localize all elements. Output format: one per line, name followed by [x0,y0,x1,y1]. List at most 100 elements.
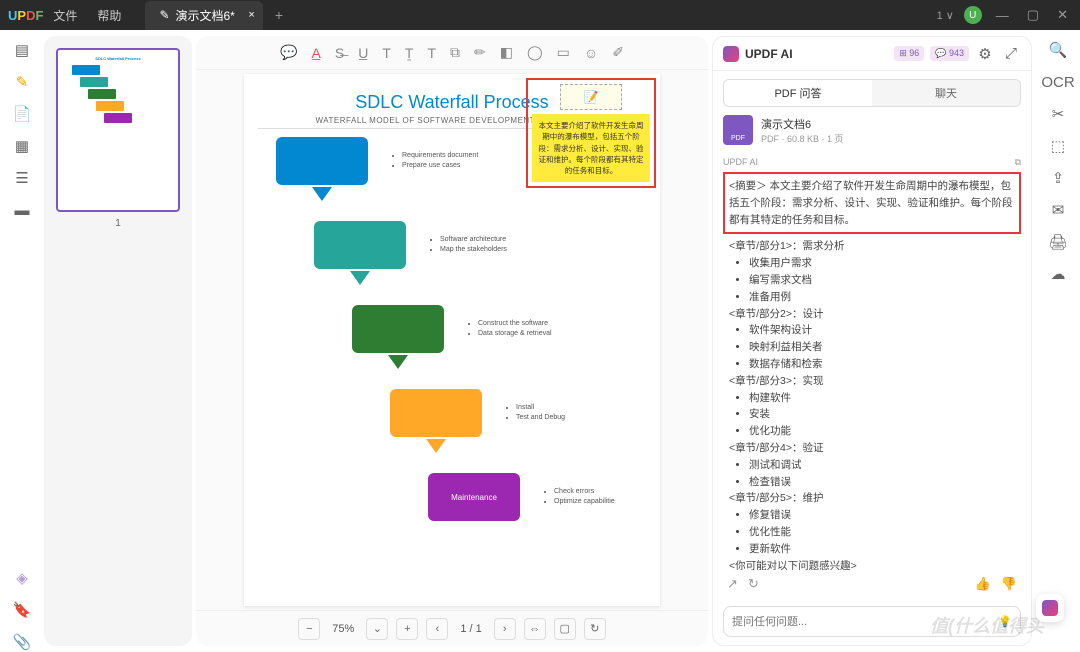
layers-icon[interactable]: ◈ [12,568,32,588]
edit-icon[interactable]: 📄 [12,104,32,124]
zoom-in-button[interactable]: + [396,618,418,640]
ai-bullet: 优化性能 [749,524,1021,541]
print-icon[interactable]: 🖨 [1048,232,1068,252]
comment-icon[interactable]: 💬 [280,44,297,61]
redact-icon[interactable]: ▬ [12,200,32,220]
underline-icon[interactable]: U̲ [358,45,368,61]
annotate-icon[interactable]: ✎ [12,72,32,92]
canvas-area: 💬 A̲ S̶ U̲ T Ṯ T ⧉ ✏ ◧ ◯ ▭ ☺ ✐ SDLC Wate… [196,36,708,646]
ai-copy-icon[interactable]: ⧉ [1015,157,1021,168]
reader-icon[interactable]: ▤ [12,40,32,60]
search-icon[interactable]: 🔍 [1048,40,1068,60]
maximize-icon[interactable]: ▢ [1023,7,1043,23]
menu-file[interactable]: 文件 [53,7,77,24]
tab-add-button[interactable]: + [275,7,283,23]
highlight-icon[interactable]: A̲ [312,45,321,61]
stage-desc: Check errorsOptimize capabilitie [544,487,615,507]
prev-page-button[interactable]: ‹ [426,618,448,640]
ai-bullet: 构建软件 [749,390,1021,407]
thumbs-down-icon[interactable]: 👎 [1001,576,1017,592]
zoom-out-button[interactable]: − [298,618,320,640]
badge-msgs[interactable]: 💬 943 [930,46,969,61]
app-logo: UPDF [8,8,43,23]
fit-width-icon[interactable]: ⇔ [524,618,546,640]
organize-icon[interactable]: ▦ [12,136,32,156]
ai-bullet: 更新软件 [749,541,1021,558]
document-tab[interactable]: ✎ 演示文档6* × [145,1,262,30]
ai-bullet: 准备用例 [749,289,1021,306]
minimize-icon[interactable]: — [992,8,1013,23]
close-icon[interactable]: ✕ [1053,7,1072,23]
badge-docs[interactable]: ⊞ 96 [894,46,924,61]
zoom-dropdown-icon[interactable]: ⌄ [366,618,388,640]
tab-pdf-qa[interactable]: PDF 问答 [724,80,872,106]
ai-fab[interactable] [1036,594,1064,622]
ai-section-heading: <章节/部分4>：验证 [729,440,1021,457]
ai-settings-icon[interactable]: ⚙ [975,44,995,64]
avatar[interactable]: U [964,6,982,24]
tab-close-icon[interactable]: × [248,9,254,21]
sign-icon[interactable]: ✐ [612,44,624,61]
textbox-icon[interactable]: ⧉ [450,44,460,61]
next-page-button[interactable]: › [494,618,516,640]
cloud-icon[interactable]: ☁ [1048,264,1068,284]
stage-desc: InstallTest and Debug [506,403,565,423]
ai-section-heading: <章节/部分5>：维护 [729,490,1021,507]
insert-icon[interactable]: Ṯ [405,45,414,61]
stage-box [352,305,444,353]
share-icon[interactable]: ↗ [727,576,738,592]
form-icon[interactable]: ☰ [12,168,32,188]
pdf-file-icon: PDF [723,115,753,145]
ask-input-wrap[interactable]: 💡 [723,606,1021,637]
arrow-icon [350,271,370,285]
version-label[interactable]: 1 ∨ [937,9,954,22]
fit-page-icon[interactable]: ▢ [554,618,576,640]
sticker-icon[interactable]: ☺ [584,45,598,61]
tab-doc-icon: ✎ [159,8,169,22]
ai-response-body: <摘要＞ 本文主要介绍了软件开发生命周期中的瀑布模型，包括五个阶段：需求分析、设… [713,172,1031,570]
titlebar: UPDF 文件 帮助 ✎ 演示文档6* × + 1 ∨ U — ▢ ✕ [0,0,1080,30]
regen-icon[interactable]: ↻ [748,576,759,592]
crop-icon[interactable]: ✂ [1048,104,1068,124]
zoom-level[interactable]: 75% [328,623,358,635]
stage-box [390,389,482,437]
text-icon[interactable]: T [427,45,436,61]
page-indicator[interactable]: 1 / 1 [456,623,485,635]
pencil-icon[interactable]: ✏ [474,44,486,61]
menu-help[interactable]: 帮助 [97,7,121,24]
compress-icon[interactable]: ⬚ [1048,136,1068,156]
strike-icon[interactable]: S̶ [335,45,344,61]
shapes-icon[interactable]: ◯ [527,44,543,61]
rotate-icon[interactable]: ↻ [584,618,606,640]
ai-bullet: 映射利益相关者 [749,339,1021,356]
eraser-icon[interactable]: ◧ [500,44,513,61]
export-icon[interactable]: ⇪ [1048,168,1068,188]
thumb-title: SDLC Waterfall Process [64,56,172,61]
thumb-page-num: 1 [56,218,180,229]
hint-icon[interactable]: 💡 [998,615,1012,628]
ai-bullet: 编写需求文档 [749,272,1021,289]
ai-bullet: 软件架构设计 [749,322,1021,339]
ai-bullet: 安装 [749,406,1021,423]
ai-doc-name: 演示文档6 [761,116,844,132]
stamp-icon[interactable]: ▭ [557,44,570,61]
ai-expand-icon[interactable]: ⤢ [1001,44,1021,64]
tab-chat[interactable]: 聊天 [872,80,1020,106]
stage-desc: Construct the softwareData storage & ret… [468,319,552,339]
thumbnail-panel: SDLC Waterfall Process 1 [44,36,192,646]
email-icon[interactable]: ✉ [1048,200,1068,220]
ai-section-heading: <章节/部分3>：实现 [729,373,1021,390]
bookmark-icon[interactable]: 🔖 [12,600,32,620]
page-thumbnail[interactable]: SDLC Waterfall Process [56,48,180,212]
sticky-note[interactable]: 📝 本文主要介绍了软件开发生命周期中的瀑布模型，包括五个阶段：需求分析、设计、实… [526,78,656,188]
thumbs-up-icon[interactable]: 👍 [975,576,991,592]
stage-box [314,221,406,269]
attach-icon[interactable]: 📎 [12,632,32,652]
ocr-icon[interactable]: OCR [1048,72,1068,92]
ai-doc-card[interactable]: PDF 演示文档6 PDF · 60.8 KB · 1 页 [723,115,1021,145]
arrow-icon [312,187,332,201]
note-text: 本文主要介绍了软件开发生命周期中的瀑布模型，包括五个阶段：需求分析、设计、实现、… [532,114,650,182]
ask-input[interactable] [732,616,998,628]
ai-panel: UPDF AI ⊞ 96 💬 943 ⚙ ⤢ PDF 问答 聊天 PDF 演示文… [712,36,1032,646]
squiggly-icon[interactable]: T [382,45,391,61]
